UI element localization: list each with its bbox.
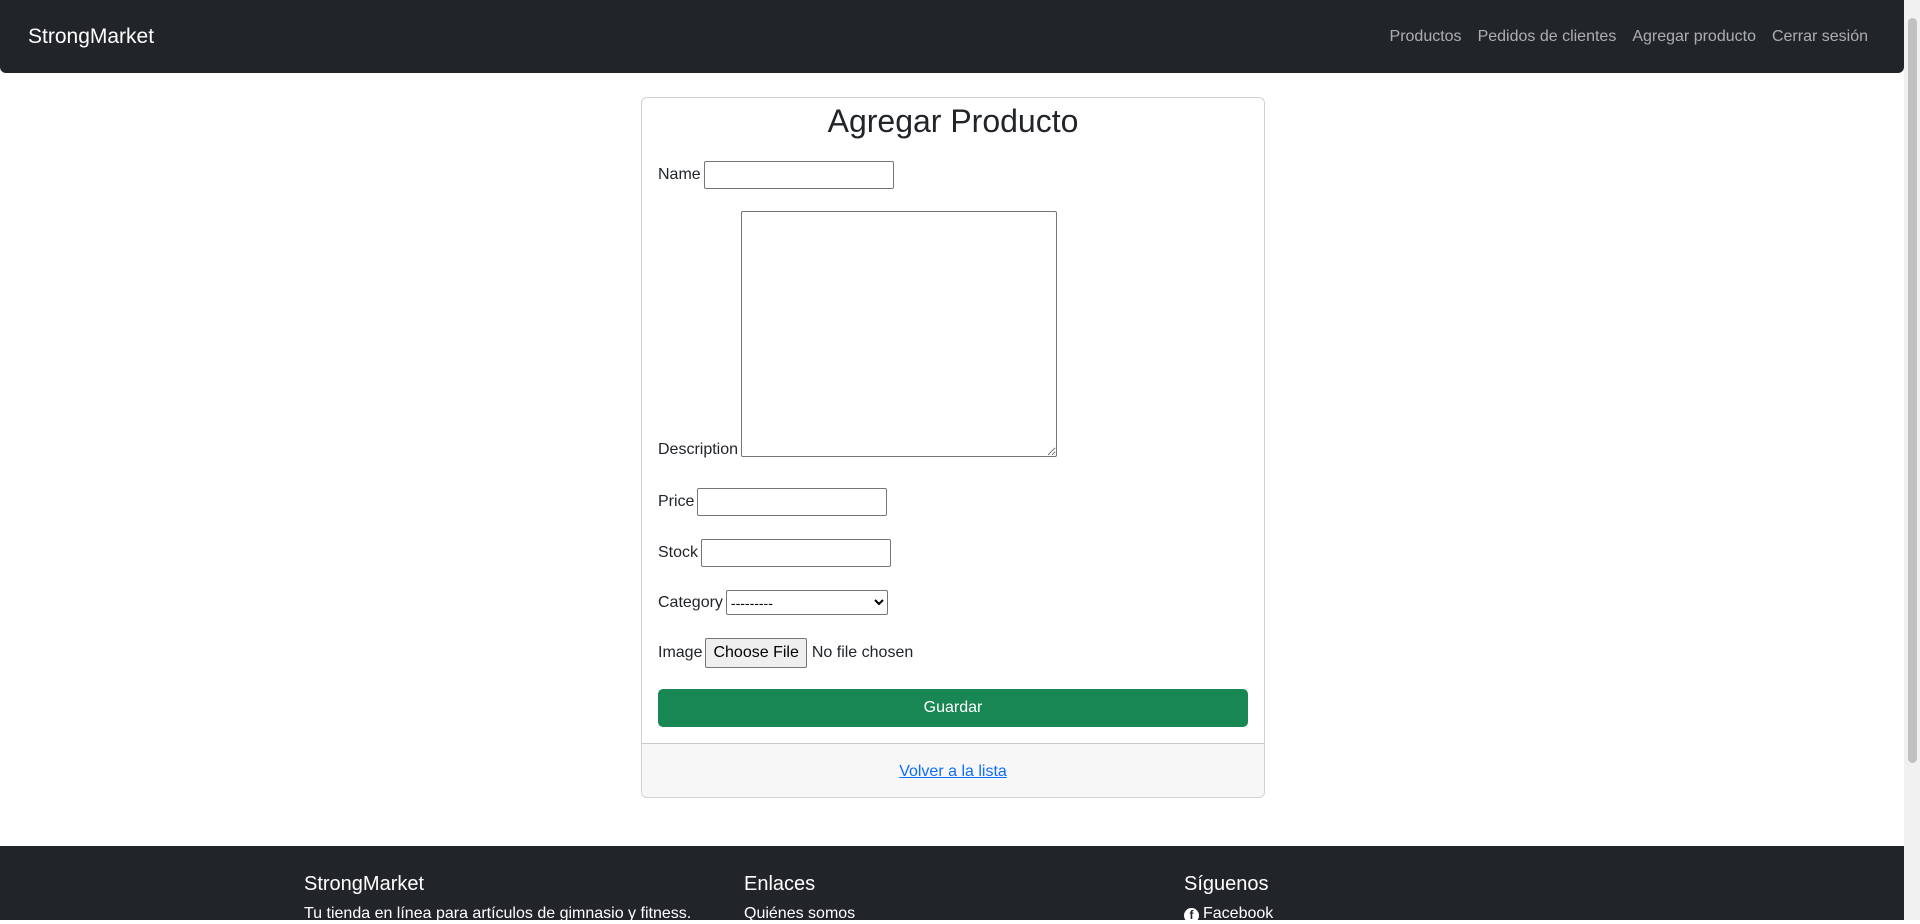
footer-col-social: Síguenos f Facebook bbox=[1184, 872, 1273, 924]
description-row: Description bbox=[658, 211, 1058, 458]
site-footer: StrongMarket Tu tienda en línea para art… bbox=[0, 846, 1904, 923]
description-label: Description bbox=[658, 441, 739, 458]
description-textarea[interactable] bbox=[741, 211, 1058, 457]
price-label: Price bbox=[658, 493, 695, 510]
footer-col-about: StrongMarket Tu tienda en línea para art… bbox=[304, 872, 691, 924]
footer-social-title: Síguenos bbox=[1184, 873, 1269, 895]
price-input[interactable] bbox=[697, 488, 888, 516]
nav-link-logout[interactable]: Cerrar sesión bbox=[1764, 28, 1876, 46]
category-label: Category bbox=[658, 593, 723, 611]
image-row: Image Choose File No file chosen bbox=[658, 638, 913, 668]
nav-link-productos[interactable]: Productos bbox=[1382, 28, 1470, 46]
name-input[interactable] bbox=[703, 161, 894, 189]
price-row: Price bbox=[658, 488, 888, 516]
card-footer: Volver a la lista bbox=[642, 743, 1264, 797]
back-to-list-link[interactable]: Volver a la lista bbox=[899, 763, 1007, 781]
brand-link[interactable]: StrongMarket bbox=[28, 25, 154, 49]
facebook-icon: f bbox=[1184, 908, 1199, 923]
footer-tagline: Tu tienda en línea para artículos de gim… bbox=[304, 905, 692, 922]
footer-link-about[interactable]: Quiénes somos bbox=[744, 905, 855, 922]
save-button[interactable]: Guardar bbox=[658, 689, 1248, 727]
stock-row: Stock bbox=[658, 539, 892, 567]
stock-label: Stock bbox=[658, 544, 699, 561]
facebook-label: Facebook bbox=[1203, 905, 1274, 922]
scrollbar-thumb[interactable] bbox=[1908, 18, 1917, 763]
footer-col-links: Enlaces Quiénes somos bbox=[744, 872, 855, 924]
category-select[interactable]: --------- bbox=[725, 590, 888, 615]
add-product-card: Agregar Producto Name Description Price … bbox=[641, 97, 1265, 798]
name-row: Name bbox=[658, 161, 894, 189]
file-status-text: No file chosen bbox=[811, 644, 914, 661]
name-label: Name bbox=[658, 166, 701, 183]
top-navbar: StrongMarket Productos Pedidos de client… bbox=[0, 0, 1904, 73]
page-scrollbar[interactable] bbox=[1904, 0, 1920, 920]
facebook-link[interactable]: f Facebook bbox=[1184, 905, 1274, 923]
category-row: Category --------- bbox=[658, 590, 888, 615]
image-label: Image bbox=[658, 644, 703, 661]
page-title: Agregar Producto bbox=[827, 103, 1079, 139]
choose-file-button[interactable]: Choose File bbox=[705, 638, 807, 668]
nav-link-pedidos[interactable]: Pedidos de clientes bbox=[1470, 28, 1625, 46]
footer-links-title: Enlaces bbox=[744, 873, 816, 895]
footer-brand: StrongMarket bbox=[304, 873, 425, 895]
stock-input[interactable] bbox=[701, 539, 892, 567]
nav-link-agregar[interactable]: Agregar producto bbox=[1624, 28, 1764, 46]
nav-links: Productos Pedidos de clientes Agregar pr… bbox=[1382, 28, 1876, 46]
